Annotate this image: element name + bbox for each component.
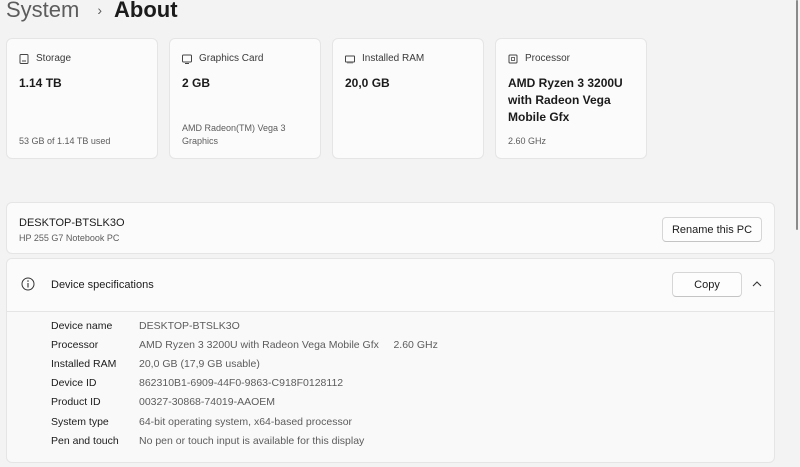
spec-label: Device name	[51, 320, 113, 332]
spec-value: DESKTOP-BTSLK3O	[139, 320, 240, 332]
card-header: Installed RAM	[345, 53, 424, 64]
pc-model: HP 255 G7 Notebook PC	[19, 233, 120, 243]
card-subtext: 53 GB of 1.14 TB used	[19, 136, 111, 146]
card-title: Graphics Card	[199, 53, 264, 64]
spec-label: Product ID	[51, 396, 101, 408]
copy-button[interactable]: Copy	[672, 272, 742, 297]
spec-value: 00327-30868-74019-AAOEM	[139, 396, 276, 408]
card-header: Graphics Card	[182, 53, 263, 64]
storage-icon	[19, 53, 29, 64]
device-specifications-panel: Device specifications Copy Device name D…	[6, 258, 775, 463]
device-specifications-title: Device specifications	[51, 279, 154, 291]
spec-value: No pen or touch input is available for t…	[139, 435, 365, 447]
spec-label: System type	[51, 416, 109, 428]
spec-row-device-name: Device name DESKTOP-BTSLK3O	[51, 320, 240, 332]
storage-card[interactable]: Storage 1.14 TB 53 GB of 1.14 TB used	[6, 38, 158, 159]
graphics-card-icon	[182, 54, 192, 64]
processor-icon	[508, 54, 518, 63]
card-value: 2 GB	[182, 76, 211, 90]
info-icon	[21, 277, 35, 291]
graphics-card[interactable]: Graphics Card 2 GB AMD Radeon(TM) Vega 3…	[169, 38, 321, 159]
breadcrumb: System › About	[6, 0, 178, 26]
spec-value: AMD Ryzen 3 3200U with Radeon Vega Mobil…	[139, 339, 438, 351]
card-header: Storage	[19, 53, 71, 64]
chevron-up-icon[interactable]	[752, 280, 762, 287]
card-value: 1.14 TB	[19, 76, 62, 90]
card-subtext: AMD Radeon(TM) Vega 3 Graphics	[182, 123, 286, 146]
spec-row-system-type: System type 64-bit operating system, x64…	[51, 416, 352, 428]
page-title: About	[114, 0, 178, 22]
spec-value: 862310B1-6909-44F0-9863-C918F0128112	[139, 377, 344, 389]
spec-row-product-id: Product ID 00327-30868-74019-AAOEM	[51, 396, 275, 408]
scrollbar[interactable]	[794, 0, 800, 467]
spec-label: Installed RAM	[51, 358, 117, 370]
spec-row-device-id: Device ID 862310B1-6909-44F0-9863-C918F0…	[51, 377, 343, 389]
card-value: 20,0 GB	[345, 76, 390, 90]
spec-label: Device ID	[51, 377, 97, 389]
pc-name-panel: DESKTOP-BTSLK3O HP 255 G7 Notebook PC Re…	[6, 202, 775, 254]
spec-row-processor: Processor AMD Ryzen 3 3200U with Radeon …	[51, 339, 438, 351]
rename-pc-button[interactable]: Rename this PC	[662, 217, 762, 242]
spec-label: Processor	[51, 339, 99, 351]
card-header: Processor	[508, 53, 570, 64]
processor-card[interactable]: Processor AMD Ryzen 3 3200U with Radeon …	[495, 38, 647, 159]
spec-value: 20,0 GB (17,9 GB usable)	[139, 358, 260, 370]
card-title: Installed RAM	[362, 53, 425, 64]
ram-icon	[345, 55, 355, 63]
card-subtext: 2.60 GHz	[508, 136, 547, 146]
device-specifications-header[interactable]: Device specifications Copy	[7, 259, 774, 312]
card-title: Processor	[525, 53, 571, 64]
breadcrumb-system[interactable]: System	[6, 0, 79, 26]
card-value: AMD Ryzen 3 3200U with Radeon Vega Mobil…	[508, 76, 623, 124]
spec-row-installed-ram: Installed RAM 20,0 GB (17,9 GB usable)	[51, 358, 260, 370]
breadcrumb-separator: ›	[97, 2, 103, 18]
spec-row-pen-and-touch: Pen and touch No pen or touch input is a…	[51, 435, 364, 447]
scrollbar-thumb[interactable]	[796, 0, 798, 230]
spec-label: Pen and touch	[51, 435, 119, 447]
pc-name: DESKTOP-BTSLK3O	[19, 217, 125, 229]
ram-card[interactable]: Installed RAM 20,0 GB	[332, 38, 484, 159]
spec-value: 64-bit operating system, x64-based proce…	[139, 416, 353, 428]
card-title: Storage	[36, 53, 72, 64]
